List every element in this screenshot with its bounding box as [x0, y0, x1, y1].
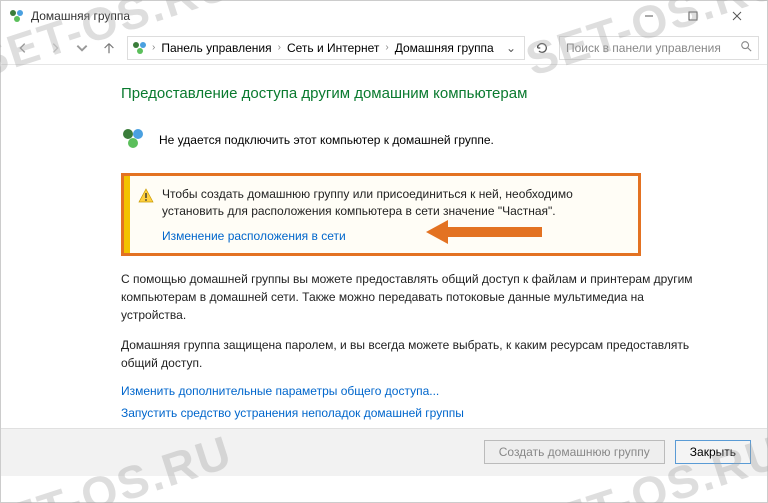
breadcrumb-item[interactable]: Панель управления	[157, 39, 275, 57]
breadcrumb[interactable]: › Панель управления › Сеть и Интернет › …	[127, 36, 525, 60]
close-button-footer[interactable]: Закрыть	[675, 440, 751, 464]
window-title: Домашняя группа	[31, 9, 130, 23]
chevron-right-icon: ›	[278, 42, 281, 53]
warning-text: Чтобы создать домашнюю группу или присое…	[162, 186, 624, 221]
close-button[interactable]	[715, 2, 759, 30]
back-button[interactable]	[9, 34, 37, 62]
warning-box: Чтобы создать домашнюю группу или присое…	[121, 173, 641, 256]
recent-locations-button[interactable]	[73, 34, 91, 62]
advanced-sharing-link[interactable]: Изменить дополнительные параметры общего…	[121, 384, 727, 398]
homegroup-icon	[121, 126, 145, 153]
up-button[interactable]	[95, 34, 123, 62]
create-homegroup-button: Создать домашнюю группу	[484, 440, 665, 464]
chevron-right-icon: ›	[385, 42, 388, 53]
body-paragraph: С помощью домашней группы вы можете пред…	[121, 270, 711, 324]
chevron-down-icon[interactable]: ⌄	[502, 41, 520, 55]
change-network-location-link[interactable]: Изменение расположения в сети	[162, 229, 346, 243]
forward-button[interactable]	[41, 34, 69, 62]
refresh-button[interactable]	[529, 35, 555, 61]
footer: Создать домашнюю группу Закрыть	[1, 428, 767, 476]
search-icon	[740, 40, 752, 55]
warning-icon	[138, 188, 154, 207]
body-paragraph: Домашняя группа защищена паролем, и вы в…	[121, 336, 711, 372]
troubleshooter-link[interactable]: Запустить средство устранения неполадок …	[121, 406, 727, 420]
homegroup-icon	[132, 40, 148, 56]
breadcrumb-item[interactable]: Домашняя группа	[391, 39, 498, 57]
annotation-arrow-icon	[424, 214, 544, 253]
status-text: Не удается подключить этот компьютер к д…	[159, 133, 494, 147]
titlebar: Домашняя группа	[1, 1, 767, 31]
homegroup-icon	[9, 8, 25, 24]
chevron-right-icon: ›	[152, 42, 155, 53]
toolbar: › Панель управления › Сеть и Интернет › …	[1, 31, 767, 65]
maximize-button[interactable]	[671, 2, 715, 30]
breadcrumb-item[interactable]: Сеть и Интернет	[283, 39, 383, 57]
search-input[interactable]: Поиск в панели управления	[559, 36, 759, 60]
search-placeholder: Поиск в панели управления	[566, 41, 740, 55]
page-title: Предоставление доступа другим домашним к…	[121, 85, 727, 102]
content: Предоставление доступа другим домашним к…	[1, 65, 767, 428]
minimize-button[interactable]	[627, 2, 671, 30]
